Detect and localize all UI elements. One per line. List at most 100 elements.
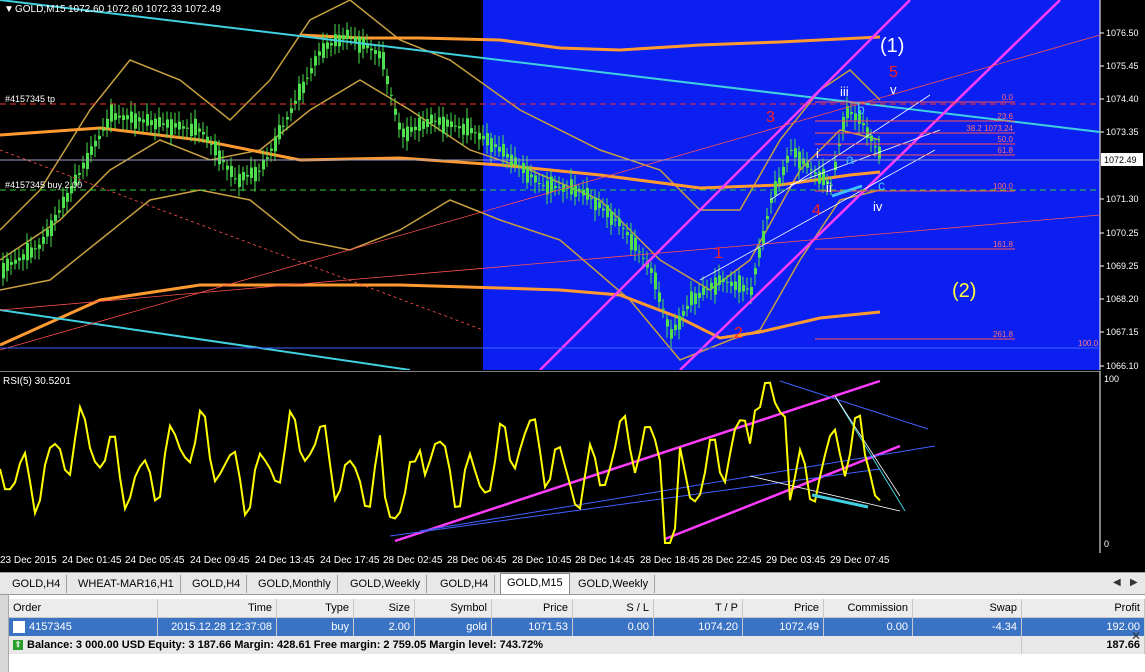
candle-body [774,181,777,196]
candle-body [642,257,645,259]
price-tick: 1068.20 [1100,294,1139,304]
balance-icon: ⇧ [13,640,23,651]
candle-body [326,42,329,49]
tab-gold-weekly[interactable]: GOLD,Weekly [344,575,428,593]
candle-body [354,37,357,42]
candle-body [850,112,853,115]
price-cell: 1071.53 [491,617,573,636]
col-time[interactable]: Time [157,599,277,618]
col-profit[interactable]: Profit [1021,599,1145,618]
col-tp[interactable]: T / P [653,599,743,618]
candle-body [542,185,545,187]
col-swap[interactable]: Swap [912,599,1022,618]
price-tick-label: 1069.25 [1106,261,1139,271]
candle-body [294,100,297,104]
candle-body [158,117,161,127]
chart-area[interactable]: #4157345 tp #4157345 buy 2.00 0.0 23.6 38.… [0,0,1145,572]
time-axis-label: 28 Dec 14:45 [575,555,635,566]
candle-body [46,229,49,237]
tab-gold-m15[interactable]: GOLD,M15 [500,573,570,595]
candle-body [410,127,413,132]
candle-body [702,287,705,295]
sl-cell: 0.00 [572,617,654,636]
profit-cell: 192.00 [1021,617,1145,636]
tab-wheat-mar16-h1[interactable]: WHEAT-MAR16,H1 [72,575,181,593]
candle-body [814,172,817,175]
rsi-chart[interactable]: RSI(5) 30.5201 100 0 [0,371,1145,553]
wave-label-v: v [890,82,897,97]
candle-body [750,286,753,296]
candle-body [266,157,269,160]
candle-body [822,168,825,186]
tab-gold-monthly[interactable]: GOLD,Monthly [252,575,338,593]
time-axis-label: 29 Dec 03:45 [766,555,826,566]
candle-body [350,37,353,39]
col-price[interactable]: Price [491,599,573,618]
candle-body [58,210,61,213]
chart-title-arrow: ▼ [4,4,14,15]
price-tick-label: 1070.25 [1106,228,1139,238]
candle-body [154,118,157,130]
swap-cell: -4.34 [912,617,1022,636]
candle-body [722,278,725,282]
col-sl[interactable]: S / L [572,599,654,618]
candle-body [394,108,397,115]
tab-gold-h4[interactable]: GOLD,H4 [6,575,68,593]
col-symbol[interactable]: Symbol [414,599,492,618]
candle-body [766,215,769,220]
candle-body [174,123,177,128]
candle-body [178,121,181,130]
col-size[interactable]: Size [353,599,415,618]
candle-body [870,135,873,142]
candle-body [698,292,701,298]
candle-body [138,117,141,122]
candle-body [426,118,429,128]
candle-body [714,277,717,295]
col-price-current[interactable]: Price [742,599,824,618]
price-tick: 1069.25 [1100,261,1139,271]
price-axis-bg [1100,0,1145,370]
tab-gold-weekly[interactable]: GOLD,Weekly [572,575,656,593]
tabs-scroll-left-icon[interactable]: ◀ [1113,577,1121,588]
rsi-top-label: 100 [1104,374,1119,384]
candle-body [522,162,525,174]
tab-gold-h4[interactable]: GOLD,H4 [186,575,248,593]
wave-label-i: i [816,146,819,161]
candle-body [94,140,97,147]
tabs-scroll-right-icon[interactable]: ▶ [1130,577,1138,588]
candle-body [214,141,217,156]
candle-body [10,261,13,265]
candle-body [298,83,301,101]
price-chart[interactable]: #4157345 tp #4157345 buy 2.00 0.0 23.6 38.… [0,0,1145,370]
candle-body [586,187,589,200]
balance-row: ⇧ Balance: 3 000.00 USD Equity: 3 187.66 … [9,636,1145,654]
candle-body [130,111,133,123]
wave-label-a: a [846,151,854,167]
candle-body [506,153,509,158]
candle-body [630,233,633,251]
candle-body [22,254,25,260]
col-commission[interactable]: Commission [823,599,913,618]
candle-body [546,180,549,195]
wave-label-r2: 2 [734,325,743,342]
price-tick: 1071.30 [1100,194,1139,204]
chart-symbol: GOLD,M15 [15,4,66,15]
col-order[interactable]: Order [9,599,158,618]
candle-body [50,220,53,237]
candle-body [518,165,521,167]
candle-body [650,268,653,273]
candle-body [694,293,697,304]
close-icon[interactable]: ✕ [1131,629,1141,643]
candle-body [274,136,277,152]
candle-body [246,175,249,177]
candle-body [454,125,457,127]
candle-body [322,43,325,58]
tab-gold-h4[interactable]: GOLD,H4 [434,575,496,593]
col-type[interactable]: Type [276,599,354,618]
fib-label: 61.8 [997,146,1013,155]
order-row[interactable]: 4157345 2015.12.28 12:37:08 buy 2.00 gol… [9,617,1145,636]
candle-body [258,170,261,172]
candle-body [66,192,69,202]
current-price-label: 1072.49 [1104,155,1137,165]
candle-body [594,197,597,211]
